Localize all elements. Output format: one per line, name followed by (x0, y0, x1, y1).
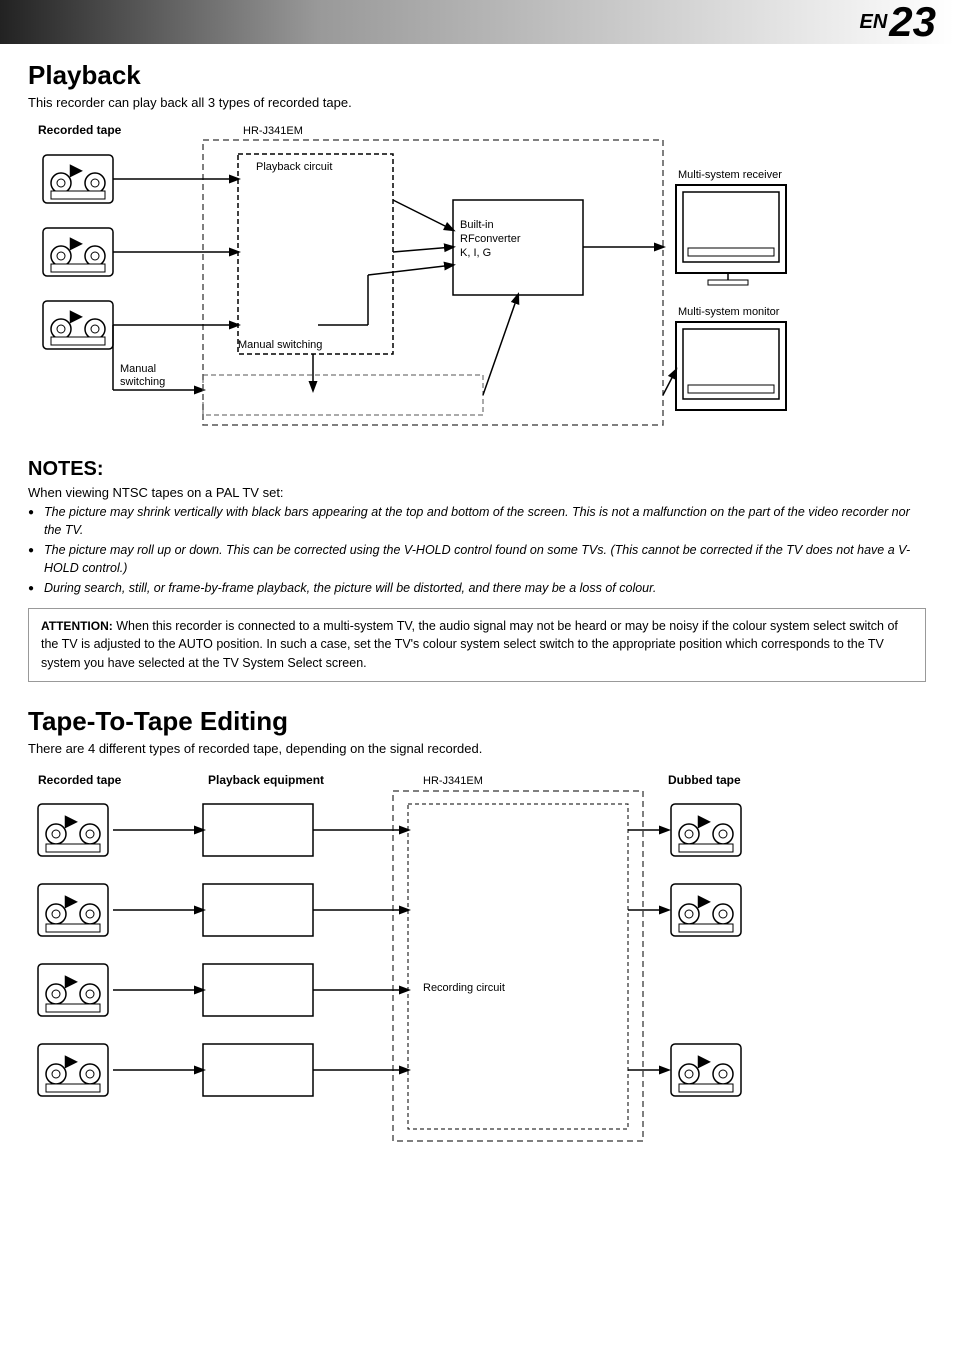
svg-text:Playback equipment: Playback equipment (208, 773, 324, 787)
attention-box: ATTENTION: When this recorder is connect… (28, 608, 926, 682)
recorded-tape-col-header: Recorded tape (38, 123, 122, 137)
multi-system-receiver-label: Multi-system receiver (678, 169, 782, 181)
page-number: 23 (889, 1, 936, 43)
notes-item-2: The picture may roll up or down. This ca… (28, 542, 926, 577)
svg-text:Recording circuit: Recording circuit (423, 982, 505, 994)
svg-text:▶: ▶ (64, 813, 78, 830)
multi-system-monitor-label: Multi-system monitor (678, 306, 780, 318)
header-bar: EN 23 (0, 0, 954, 44)
tape-editing-title: Tape-To-Tape Editing (28, 706, 926, 737)
en-label: EN (859, 11, 887, 34)
svg-text:Built-in: Built-in (460, 219, 494, 231)
tape-editing-diagram: Recorded tape Playback equipment HR-J341… (28, 766, 926, 1166)
svg-text:HR-J341EM: HR-J341EM (423, 775, 483, 787)
svg-text:RFconverter: RFconverter (460, 233, 521, 245)
notes-viewing-label: When viewing NTSC tapes on a PAL TV set: (28, 485, 926, 500)
svg-text:▶: ▶ (64, 973, 78, 990)
manual-switching-label1: Manual switching (238, 339, 322, 351)
manual-switching-label2-line2: switching (120, 376, 165, 388)
playback-svg: Recorded tape HR-J341EM Playback circuit… (28, 120, 908, 440)
svg-text:Dubbed tape: Dubbed tape (668, 773, 741, 787)
svg-text:▶: ▶ (69, 308, 83, 325)
hr-device-col-header: HR-J341EM (243, 125, 303, 137)
notes-title: NOTES: (28, 458, 926, 481)
svg-text:▶: ▶ (64, 1053, 78, 1070)
svg-text:▶: ▶ (69, 162, 83, 179)
svg-text:▶: ▶ (697, 813, 711, 830)
playback-title: Playback (28, 60, 926, 91)
svg-text:Recorded tape: Recorded tape (38, 773, 122, 787)
playback-subtitle: This recorder can play back all 3 types … (28, 95, 926, 110)
tape-editing-subtitle: There are 4 different types of recorded … (28, 741, 926, 756)
svg-text:▶: ▶ (697, 893, 711, 910)
attention-title: ATTENTION: (41, 619, 113, 633)
notes-list: The picture may shrink vertically with b… (28, 504, 926, 598)
svg-text:▶: ▶ (69, 235, 83, 252)
svg-text:▶: ▶ (697, 1053, 711, 1070)
notes-item-3: During search, still, or frame-by-frame … (28, 580, 926, 598)
svg-text:▶: ▶ (64, 893, 78, 910)
playback-circuit-label: Playback circuit (256, 161, 332, 173)
tape-editing-svg: Recorded tape Playback equipment HR-J341… (28, 766, 908, 1166)
notes-item-1: The picture may shrink vertically with b… (28, 504, 926, 539)
manual-switching-label2-line1: Manual (120, 363, 156, 375)
playback-diagram: Recorded tape HR-J341EM Playback circuit… (28, 120, 926, 440)
svg-text:K, I, G: K, I, G (460, 247, 491, 259)
attention-text: When this recorder is connected to a mul… (41, 619, 898, 671)
